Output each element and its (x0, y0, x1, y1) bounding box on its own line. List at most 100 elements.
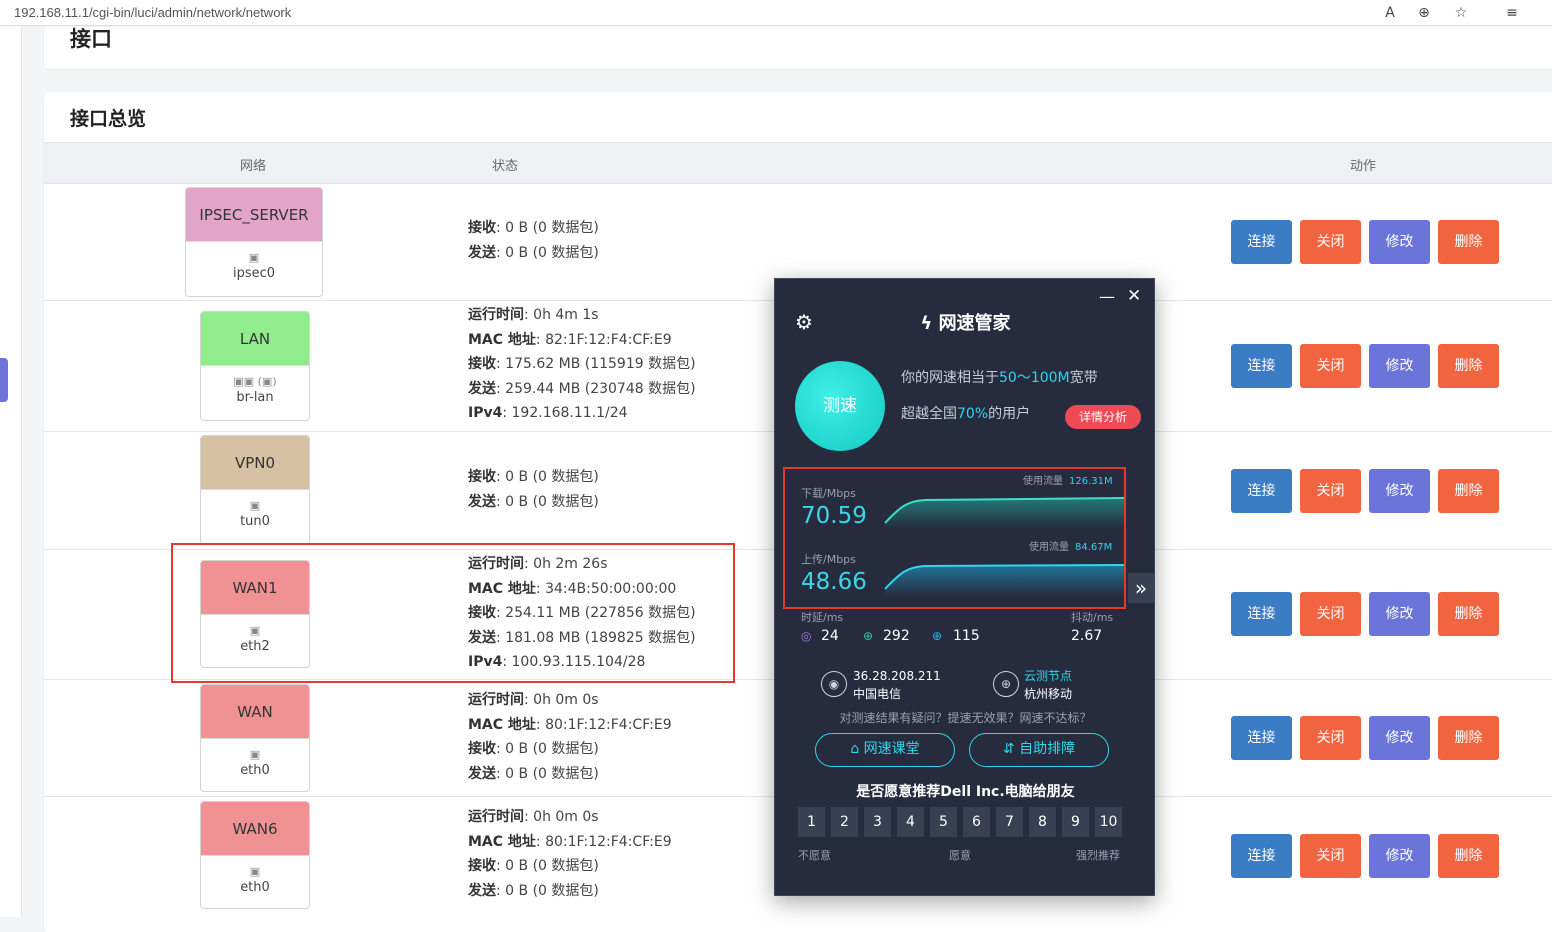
delete-button[interactable]: 删除 (1438, 834, 1499, 878)
zoom-icon[interactable]: ⊕ (1414, 3, 1434, 23)
delete-button[interactable]: 删除 (1438, 592, 1499, 636)
delete-button[interactable]: 删除 (1438, 716, 1499, 760)
mac-value: 80:1F:12:F4:CF:E9 (545, 833, 672, 850)
interface-status: 运行时间: 0h 4m 1s MAC 地址: 82:1F:12:F4:CF:E9… (468, 307, 696, 422)
rx-label: 接收 (468, 469, 496, 485)
speed-test-button[interactable]: 测速 (795, 361, 885, 451)
interface-status: 接收: 0 B (0 数据包) 发送: 0 B (0 数据包) (468, 469, 599, 510)
score-button-7[interactable]: 7 (996, 807, 1023, 837)
score-button-3[interactable]: 3 (864, 807, 891, 837)
edit-button[interactable]: 修改 (1369, 469, 1430, 513)
expand-chevron-icon[interactable]: » (1128, 573, 1154, 603)
test-node-info[interactable]: 云测节点 杭州移动 (1024, 667, 1072, 703)
upload-curve (885, 565, 1124, 597)
edit-button[interactable]: 修改 (1369, 344, 1430, 388)
delete-button[interactable]: 删除 (1438, 344, 1499, 388)
speed-logo-icon: ϟ (920, 313, 939, 334)
client-isp: 中国电信 (853, 687, 902, 701)
ethernet-port-icon: ▣ (249, 748, 261, 761)
popup-title: ϟ 网速管家 (775, 309, 1154, 335)
favorite-add-icon[interactable]: ☆ (1451, 3, 1471, 23)
latency-icon: ◎ (801, 629, 812, 643)
close-button[interactable]: 关闭 (1300, 469, 1361, 513)
interface-badge-wan6[interactable]: WAN6 ▣ eth0 (200, 801, 310, 909)
close-button[interactable]: 关闭 (1300, 220, 1361, 264)
download-latency-icon: ⊕ (863, 629, 874, 643)
edit-button[interactable]: 修改 (1369, 592, 1430, 636)
minimize-icon[interactable]: — (1099, 287, 1115, 306)
close-button[interactable]: 关闭 (1300, 344, 1361, 388)
signpost-icon: ⇵ (1002, 741, 1020, 757)
score-button-5[interactable]: 5 (930, 807, 957, 837)
edit-button[interactable]: 修改 (1369, 716, 1430, 760)
tx-value: 259.44 MB (230748 数据包) (505, 380, 696, 397)
graduation-cap-icon: ⌂ (850, 741, 864, 757)
browser-address-bar: 192.168.11.1/cgi-bin/luci/admin/network/… (0, 0, 1552, 26)
url-text[interactable]: 192.168.11.1/cgi-bin/luci/admin/network/… (14, 5, 291, 20)
score-button-8[interactable]: 8 (1029, 807, 1056, 837)
connect-button[interactable]: 连接 (1231, 344, 1292, 388)
close-icon[interactable]: ✕ (1127, 286, 1141, 306)
tx-label: 发送 (468, 380, 496, 397)
interface-badge-lan[interactable]: LAN ▣▣ (▣) br-lan (200, 311, 310, 421)
score-button-6[interactable]: 6 (963, 807, 990, 837)
close-button[interactable]: 关闭 (1300, 834, 1361, 878)
close-button[interactable]: 关闭 (1300, 716, 1361, 760)
ipv4-label: IPv4 (468, 405, 503, 422)
globe-icon: ⊕ (993, 671, 1019, 697)
interface-badge-vpn0[interactable]: VPN0 ▣ tun0 (200, 435, 310, 545)
bandwidth-prefix: 你的网速相当于 (901, 370, 999, 386)
score-button-2[interactable]: 2 (831, 807, 858, 837)
delete-button[interactable]: 删除 (1438, 220, 1499, 264)
jitter-label: 抖动/ms (1071, 611, 1114, 624)
scale-mid-label: 愿意 (949, 849, 971, 862)
read-aloud-icon[interactable]: A (1380, 3, 1400, 23)
connect-button[interactable]: 连接 (1231, 716, 1292, 760)
connect-button[interactable]: 连接 (1231, 220, 1292, 264)
uptime-value: 0h 4m 1s (533, 307, 599, 323)
score-button-1[interactable]: 1 (798, 807, 825, 837)
speed-course-button[interactable]: ⌂ 网速课堂 (815, 733, 955, 767)
interface-badge-wan[interactable]: WAN ▣ eth0 (200, 684, 310, 792)
jitter-value: 2.67 (1071, 628, 1103, 644)
latency-label: 时延/ms (801, 611, 844, 624)
interface-device: br-lan (236, 390, 274, 405)
ethernet-port-icon: ▣ (249, 865, 261, 878)
favorites-icon[interactable]: ≡ (1502, 3, 1522, 23)
self-troubleshoot-button[interactable]: ⇵ 自助排障 (969, 733, 1109, 767)
connect-button[interactable]: 连接 (1231, 469, 1292, 513)
bridge-icon: ▣▣ (▣) (233, 375, 277, 388)
tx-value: 0 B (0 数据包) (505, 765, 599, 782)
edit-button[interactable]: 修改 (1369, 220, 1430, 264)
popup-title-text: 网速管家 (938, 313, 1011, 334)
score-button-10[interactable]: 10 (1095, 807, 1122, 837)
latency-value: 24 (821, 628, 839, 644)
ethernet-port-icon: ▣ (249, 499, 261, 512)
speed-graph-panel: 下载/Mbps 70.59 使用流量 126.31M 上传/Mbps 48.66 … (783, 467, 1126, 609)
interface-status: 运行时间: 0h 0m 0s MAC 地址: 80:1F:12:F4:CF:E9… (468, 692, 672, 782)
delete-button[interactable]: 删除 (1438, 469, 1499, 513)
connect-button[interactable]: 连接 (1231, 592, 1292, 636)
table-header: 网络 状态 动作 (44, 142, 1552, 184)
connect-button[interactable]: 连接 (1231, 834, 1292, 878)
ethernet-port-icon: ▣ (248, 251, 260, 264)
interface-name: IPSEC_SERVER (186, 188, 322, 242)
section-title: 接口总览 (70, 108, 147, 130)
scale-high-label: 强烈推荐 (1076, 849, 1120, 862)
sidebar-toggle-tab[interactable] (0, 358, 8, 402)
tx-label: 发送 (468, 882, 496, 899)
score-button-9[interactable]: 9 (1062, 807, 1089, 837)
edit-button[interactable]: 修改 (1369, 834, 1430, 878)
interface-badge-ipsec-server[interactable]: IPSEC_SERVER ▣ ipsec0 (185, 187, 323, 297)
detail-analysis-button[interactable]: 详情分析 (1065, 405, 1141, 429)
uptime-label: 运行时间 (468, 809, 524, 825)
tx-value: 0 B (0 数据包) (505, 493, 599, 510)
download-curve (885, 498, 1124, 529)
close-button[interactable]: 关闭 (1300, 592, 1361, 636)
self-troubleshoot-label: 自助排障 (1019, 741, 1076, 757)
tx-label: 发送 (468, 493, 496, 510)
score-button-4[interactable]: 4 (897, 807, 924, 837)
percentile-prefix: 超越全国 (901, 406, 957, 422)
uptime-label: 运行时间 (468, 307, 524, 323)
upload-latency-value: 115 (953, 628, 980, 644)
